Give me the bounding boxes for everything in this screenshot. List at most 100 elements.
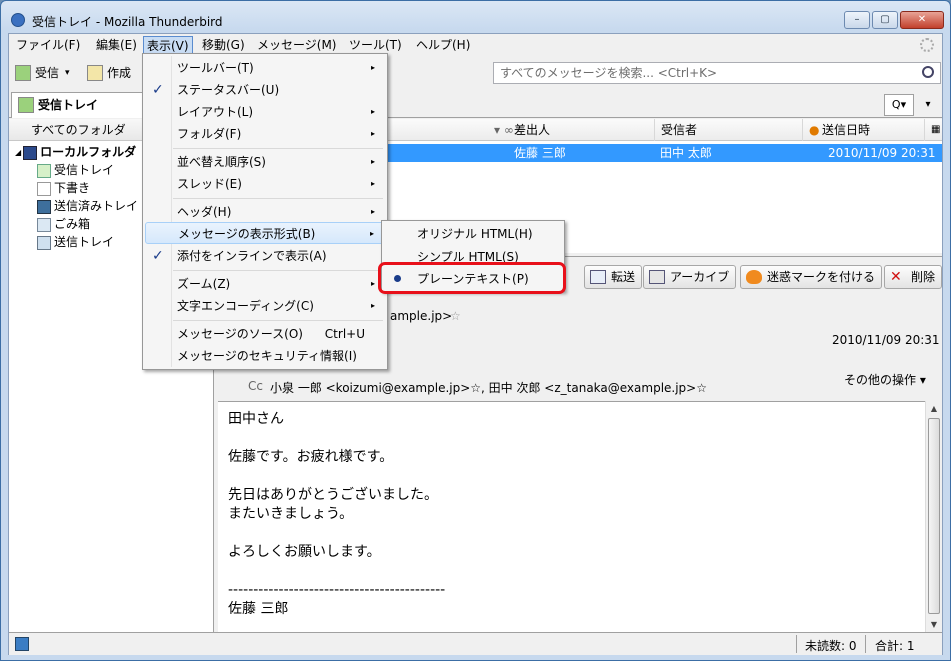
column-picker-icon[interactable]: ▦ — [924, 119, 940, 141]
tab-inbox-label: 受信トレイ — [38, 98, 99, 112]
menu-item-threads[interactable]: スレッド(E) ▸ — [145, 173, 385, 195]
menu-item-folders[interactable]: フォルダ(F) ▸ — [145, 123, 385, 145]
offline-status-icon[interactable] — [15, 637, 29, 651]
status-separator — [865, 635, 866, 653]
folder-outbox-label: 送信トレイ — [54, 235, 115, 249]
star-icon[interactable]: ☆ — [450, 309, 461, 323]
menu-go[interactable]: 移動(G) — [199, 36, 248, 54]
menu-item-headers[interactable]: ヘッダ(H) ▸ — [145, 201, 385, 223]
menu-item-label: 並べ替え順序(S) — [177, 155, 266, 169]
download-arrow-icon — [15, 65, 31, 81]
menu-item-label: フォルダ(F) — [177, 127, 242, 141]
outbox-icon — [37, 235, 51, 250]
trash-icon — [37, 217, 51, 232]
menu-item-layout[interactable]: レイアウト(L) ▸ — [145, 101, 385, 123]
menu-message[interactable]: メッセージ(M) — [254, 36, 339, 54]
title-bar[interactable]: 受信トレイ - Mozilla Thunderbird – ▢ ✕ — [1, 1, 950, 33]
folder-sent[interactable]: 送信済みトレイ — [37, 198, 138, 215]
menu-item-zoom[interactable]: ズーム(Z) ▸ — [145, 273, 385, 295]
scroll-down-arrow[interactable]: ▼ — [926, 617, 942, 633]
drafts-icon — [37, 181, 51, 196]
junk-label: 迷惑マークを付ける — [767, 270, 876, 284]
inbox-icon — [37, 163, 51, 178]
menu-view[interactable]: 表示(V) — [143, 36, 193, 54]
menu-item-security-info[interactable]: メッセージのセキュリティ情報(I) — [145, 345, 385, 367]
unread-count: 未読数: 0 — [805, 639, 857, 653]
folder-local[interactable]: ◢ ローカルフォルダ — [15, 144, 136, 161]
quick-filter-button[interactable]: Q▾ — [884, 94, 914, 116]
delete-label: 削除 — [911, 270, 936, 284]
menu-item-sort[interactable]: 並べ替え順序(S) ▸ — [145, 151, 385, 173]
delete-button[interactable]: ✕ 削除 — [884, 265, 942, 289]
message-date: 2010/11/09 20:31 — [832, 333, 940, 347]
row-to: 田中 太郎 — [660, 146, 712, 160]
archive-button[interactable]: アーカイブ — [643, 265, 737, 289]
folder-outbox[interactable]: 送信トレイ — [37, 234, 114, 251]
thread-col-date[interactable]: 送信日時 — [816, 119, 870, 141]
delete-x-icon: ✕ — [890, 269, 902, 285]
cc-value[interactable]: 小泉 一郎 <koizumi@example.jp>☆, 田中 次郎 <z_ta… — [270, 379, 707, 396]
menu-item-label: ヘッダ(H) — [177, 205, 232, 219]
throbber-icon — [920, 38, 934, 52]
forward-icon — [590, 270, 606, 284]
tab-list-dropdown[interactable]: ▾ — [918, 94, 938, 116]
submenu-item-label: オリジナル HTML(H) — [417, 227, 533, 241]
menu-item-label: メッセージのソース(O) — [177, 327, 303, 341]
menu-tools[interactable]: ツール(T) — [346, 36, 405, 54]
status-separator — [796, 635, 797, 653]
forward-button[interactable]: 転送 — [584, 265, 643, 289]
folder-local-label: ローカルフォルダ — [40, 145, 137, 159]
folder-trash[interactable]: ごみ箱 — [37, 216, 90, 233]
sent-icon — [37, 199, 51, 214]
menu-item-source[interactable]: メッセージのソース(O) Ctrl+U — [145, 323, 385, 345]
submenu-arrow-icon: ▸ — [370, 207, 375, 216]
row-from: 佐藤 三郎 — [514, 146, 566, 160]
message-scrollbar[interactable]: ▲ ▼ — [925, 401, 942, 633]
folder-drafts[interactable]: 下書き — [37, 180, 90, 197]
menu-item-toolbar[interactable]: ツールバー(T) ▸ — [145, 57, 385, 79]
other-actions-button[interactable]: その他の操作 ▾ — [844, 371, 926, 388]
menu-separator — [173, 270, 383, 271]
view-menu-popup: ツールバー(T) ▸ ✓ ステータスバー(U) レイアウト(L) ▸ フォルダ(F) ▸… — [142, 53, 388, 370]
folder-inbox[interactable]: 受信トレイ — [37, 162, 114, 179]
menu-edit[interactable]: 編集(E) — [93, 36, 140, 54]
checkmark-icon: ✓ — [152, 82, 164, 98]
row-date: 2010/11/09 20:31 — [828, 146, 936, 160]
search-icon[interactable] — [922, 66, 934, 78]
search-placeholder: すべてのメッセージを検索... <Ctrl+K> — [500, 66, 718, 80]
menu-item-inline-attachments[interactable]: ✓ 添付をインラインで表示(A) — [145, 245, 385, 267]
get-mail-button[interactable]: 受信 ▾ — [15, 62, 70, 84]
menu-item-label: スレッド(E) — [177, 177, 242, 191]
menu-item-message-body-as[interactable]: メッセージの表示形式(B) ▸ — [145, 222, 385, 244]
scroll-thumb[interactable] — [928, 418, 940, 614]
submenu-arrow-icon: ▸ — [369, 229, 374, 238]
archive-label: アーカイブ — [670, 270, 730, 284]
thread-col-to[interactable]: 受信者 — [654, 119, 697, 141]
menu-item-encoding[interactable]: 文字エンコーディング(C) ▸ — [145, 295, 385, 317]
menu-help[interactable]: ヘルプ(H) — [413, 36, 473, 54]
write-button[interactable]: 作成 — [87, 62, 131, 84]
menu-shortcut: Ctrl+U — [324, 327, 365, 341]
from-address-partial[interactable]: ample.jp> — [390, 309, 452, 323]
archive-icon — [649, 270, 665, 284]
close-button[interactable]: ✕ — [900, 11, 944, 29]
checkmark-icon: ✓ — [152, 248, 164, 264]
maximize-button[interactable]: ▢ — [872, 11, 898, 29]
submenu-item-original-html[interactable]: オリジナル HTML(H) — [384, 223, 562, 245]
menu-item-statusbar[interactable]: ✓ ステータスバー(U) — [145, 79, 385, 101]
menu-file[interactable]: ファイル(F) — [13, 36, 83, 54]
folder-trash-label: ごみ箱 — [54, 217, 91, 231]
message-body[interactable]: 田中さん 佐藤です。お疲れ様です。 先日はありがとうございました。 またいきまし… — [218, 401, 942, 633]
window-title: 受信トレイ - Mozilla Thunderbird — [32, 15, 223, 29]
junk-button[interactable]: 迷惑マークを付ける — [740, 265, 883, 289]
get-mail-dropdown-icon[interactable]: ▾ — [65, 62, 70, 84]
twisty-icon[interactable]: ◢ — [15, 144, 21, 161]
pencil-icon — [87, 65, 103, 81]
folder-drafts-label: 下書き — [54, 181, 91, 195]
minimize-button[interactable]: – — [844, 11, 870, 29]
computer-icon — [23, 145, 38, 160]
menu-item-label: ズーム(Z) — [177, 277, 231, 291]
thread-col-from[interactable]: 差出人 — [508, 119, 550, 141]
scroll-up-arrow[interactable]: ▲ — [926, 401, 942, 417]
global-search-input[interactable]: すべてのメッセージを検索... <Ctrl+K> — [493, 62, 941, 84]
